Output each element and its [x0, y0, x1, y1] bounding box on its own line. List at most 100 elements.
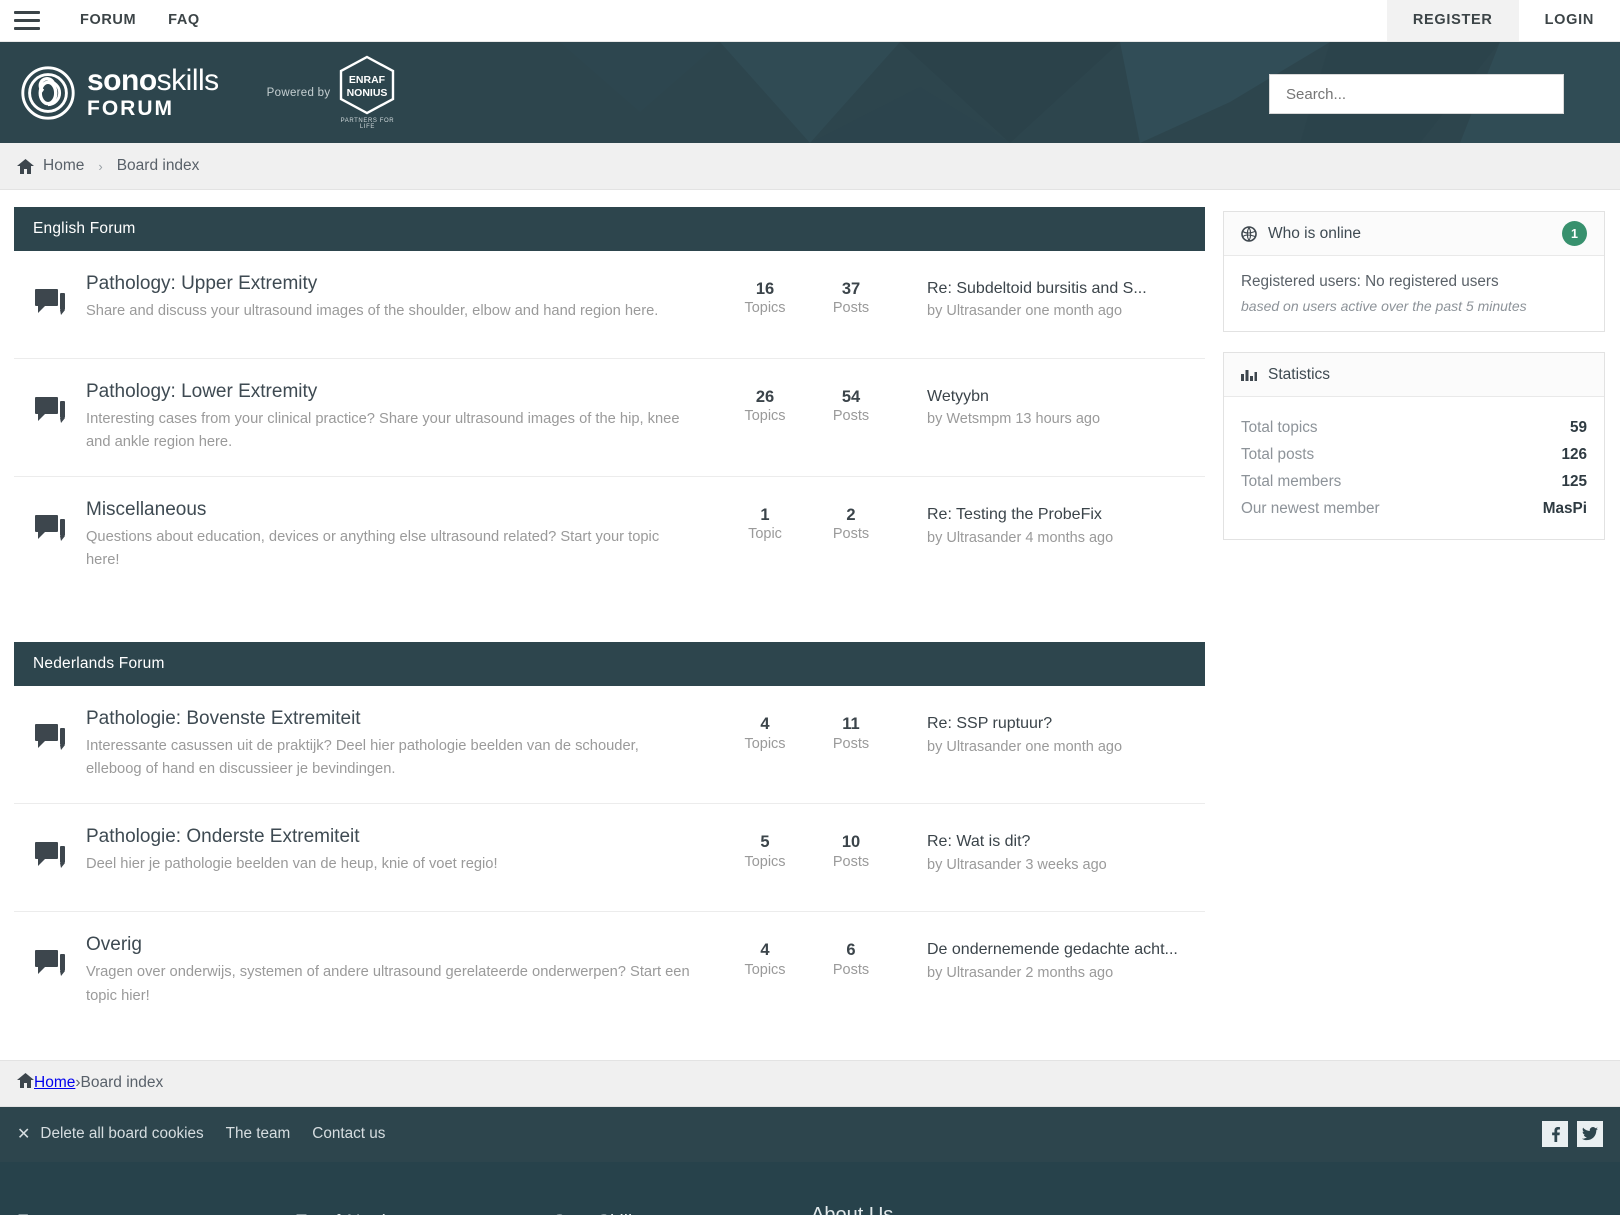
forum-info: Pathologie: Onderste Extremiteit Deel hi… [86, 826, 722, 876]
stat-value: 125 [1561, 472, 1587, 490]
posts-count: 2 [846, 506, 856, 525]
topics-count: 1 [760, 506, 770, 525]
stat-label: Total posts [1241, 445, 1315, 463]
forum-title[interactable]: Pathologie: Bovenste Extremiteit [86, 708, 696, 730]
forum-title[interactable]: Pathologie: Onderste Extremiteit [86, 826, 696, 848]
posts-stat: 6 Posts [808, 934, 894, 977]
forum-row[interactable]: Pathologie: Bovenste Extremiteit Interes… [14, 686, 1205, 805]
forum-title[interactable]: Pathology: Upper Extremity [86, 273, 696, 295]
topics-stat: 16 Topics [722, 273, 808, 316]
contact-us-link[interactable]: Contact us [312, 1125, 385, 1143]
hamburger-menu-icon[interactable] [14, 11, 40, 30]
the-team-link[interactable]: The team [226, 1125, 291, 1143]
footer-column-heading: SonoSkills [553, 1212, 811, 1215]
last-post-title[interactable]: Re: Wat is dit? [927, 831, 1205, 853]
forum-row[interactable]: Overig Vragen over onderwijs, systemen o… [14, 912, 1205, 1029]
stat-value-newest-member[interactable]: MasPi [1543, 500, 1587, 518]
forum-comment-icon [14, 934, 86, 977]
topics-label: Topic [748, 526, 782, 543]
posts-stat: 2 Posts [808, 499, 894, 542]
bottom-breadcrumb-current: Board index [80, 1074, 164, 1092]
facebook-icon[interactable] [1542, 1121, 1568, 1148]
stat-row: Total topics 59 [1241, 414, 1587, 441]
forum-row[interactable]: Pathologie: Onderste Extremiteit Deel hi… [14, 804, 1205, 913]
topics-stat: 26 Topics [722, 381, 808, 424]
footer-column-enraf: Enraf-Nonius [295, 1190, 553, 1215]
forum-description: Questions about education, devices or an… [86, 529, 660, 569]
forum-row[interactable]: Pathology: Upper Extremity Share and dis… [14, 251, 1205, 359]
forum-title[interactable]: Miscellaneous [86, 499, 696, 521]
section-header-english: English Forum [14, 207, 1205, 251]
topics-count: 16 [755, 280, 775, 298]
posts-count: 11 [842, 715, 860, 734]
topics-label: Topics [744, 735, 786, 752]
footer-column-heading: Forum [17, 1212, 295, 1215]
online-note: based on users active over the past 5 mi… [1241, 298, 1527, 314]
top-right-actions: REGISTER LOGIN [1386, 0, 1620, 41]
footer-column-about: About Us [811, 1190, 1069, 1215]
search-box[interactable] [1269, 74, 1564, 114]
posts-count: 54 [841, 388, 861, 406]
forum-description: Interesting cases from your clinical pra… [86, 411, 680, 451]
last-post-title[interactable]: Re: Testing the ProbeFix [927, 504, 1205, 526]
last-post-title[interactable]: De ondernemende gedachte acht... [927, 939, 1205, 961]
online-count-badge: 1 [1562, 221, 1587, 246]
forum-info: Overig Vragen over onderwijs, systemen o… [86, 934, 722, 1007]
footer-links: ✕ Delete all board cookies The team Cont… [17, 1124, 385, 1144]
sonoskills-logo-icon [21, 65, 75, 120]
delete-cookies-label: Delete all board cookies [40, 1125, 204, 1143]
forum-description: Interessante casussen uit de praktijk? D… [86, 738, 639, 778]
site-logo[interactable]: sonoskills FORUM [0, 62, 219, 124]
logo-wordmark: sonoskills FORUM [87, 66, 219, 120]
stat-label: Total topics [1241, 418, 1318, 436]
topics-label: Topics [744, 300, 786, 317]
breadcrumb-current: Board index [116, 157, 200, 174]
twitter-icon[interactable] [1577, 1121, 1603, 1148]
login-button[interactable]: LOGIN [1519, 0, 1620, 41]
last-post: Re: SSP ruptuur? by Ultrasander one mont… [894, 708, 1205, 754]
forum-comment-icon [14, 273, 86, 316]
posts-count: 37 [841, 280, 861, 298]
forum-comment-icon [14, 826, 86, 869]
last-post-meta: by Ultrasander one month ago [927, 303, 1123, 320]
forum-title[interactable]: Pathology: Lower Extremity [86, 381, 696, 403]
social-links [1542, 1121, 1603, 1148]
last-post-title[interactable]: Wetyybn [927, 386, 1205, 408]
nav-item-faq[interactable]: FAQ [152, 0, 216, 41]
statistics-header: Statistics [1224, 353, 1604, 397]
search-input[interactable] [1286, 85, 1547, 103]
forum-description: Share and discuss your ultrasound images… [86, 303, 659, 319]
sidebar: Who is online 1 Registered users: No reg… [1205, 207, 1605, 1030]
stat-label: Our newest member [1241, 499, 1380, 517]
last-post-meta: by Ultrasander 3 weeks ago [927, 856, 1107, 873]
stat-value: 126 [1561, 445, 1587, 463]
posts-count: 6 [846, 941, 856, 960]
last-post: Wetyybn by Wetsmpm 13 hours ago [894, 381, 1205, 427]
statistics-title: Statistics [1268, 365, 1331, 383]
forum-description: Deel hier je pathologie beelden van de h… [86, 856, 498, 873]
register-button[interactable]: REGISTER [1386, 0, 1519, 41]
forum-title[interactable]: Overig [86, 934, 696, 956]
delete-cookies-link[interactable]: ✕ Delete all board cookies [17, 1124, 204, 1144]
powered-by-block: Powered by ENRAF NONIUS PARTNERS FOR LIF… [267, 55, 398, 130]
topics-count: 4 [760, 715, 770, 734]
posts-stat: 54 Posts [808, 381, 894, 424]
topics-stat: 4 Topics [722, 708, 808, 751]
nav-item-forum[interactable]: FORUM [64, 0, 152, 41]
breadcrumb-home[interactable]: Home [43, 157, 84, 175]
posts-label: Posts [832, 853, 870, 870]
breadcrumb-separator: › [98, 158, 103, 174]
registered-users-line: Registered users: No registered users [1241, 273, 1499, 290]
last-post-title[interactable]: Re: Subdeltoid bursitis and S... [927, 278, 1205, 300]
stat-value: 59 [1569, 418, 1587, 436]
topics-count: 5 [760, 833, 770, 852]
last-post-meta: by Ultrasander 4 months ago [927, 529, 1114, 546]
forum-info: Miscellaneous Questions about education,… [86, 499, 722, 572]
enraf-nonius-logo[interactable]: ENRAF NONIUS PARTNERS FOR LIFE [337, 55, 397, 130]
enraf-tagline: PARTNERS FOR LIFE [340, 118, 395, 130]
forum-row[interactable]: Miscellaneous Questions about education,… [14, 477, 1205, 594]
last-post-title[interactable]: Re: SSP ruptuur? [927, 713, 1205, 735]
bottom-breadcrumb-home[interactable]: Home [34, 1074, 75, 1092]
forum-row[interactable]: Pathology: Lower Extremity Interesting c… [14, 359, 1205, 478]
